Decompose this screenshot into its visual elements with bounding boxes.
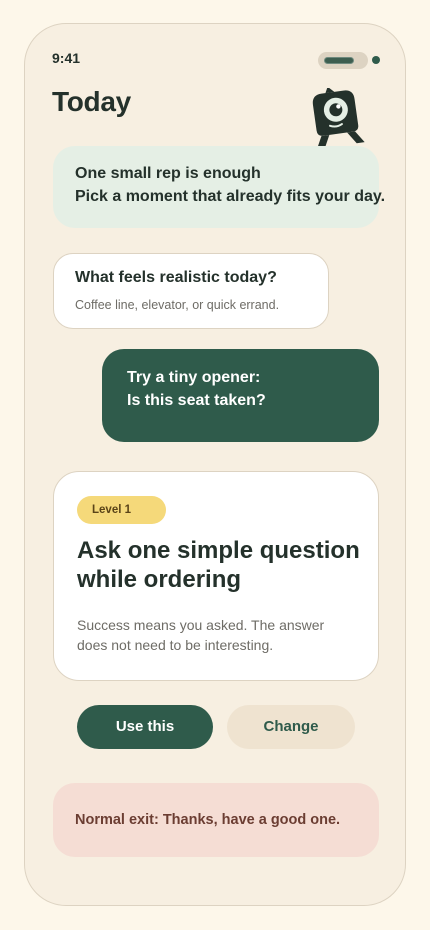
level-badge: Level 1: [77, 496, 166, 524]
question-title: What feels realistic today?: [75, 269, 277, 286]
exit-text: Normal exit: Thanks, have a good one.: [75, 812, 341, 828]
tip-headline: One small rep is enough: [75, 165, 261, 182]
use-this-button[interactable]: Use this: [77, 705, 213, 749]
question-card[interactable]: What feels realistic today? Coffee line,…: [53, 253, 329, 329]
tip-subline: Pick a moment that already fits your day…: [75, 188, 386, 205]
one-eyed-mascot-icon: [312, 88, 365, 146]
status-time: 9:41: [52, 50, 81, 66]
page-background: 9:41 Today One small rep is enough Pick …: [0, 0, 430, 930]
level-card: Level 1 Ask one simple question while or…: [53, 471, 379, 681]
phone-frame: 9:41 Today One small rep is enough Pick …: [24, 23, 406, 906]
exit-card: Normal exit: Thanks, have a good one.: [53, 783, 379, 857]
change-button[interactable]: Change: [227, 705, 355, 749]
question-subtitle: Coffee line, elevator, or quick errand.: [75, 298, 280, 312]
status-dot-icon: [372, 56, 380, 64]
opener-label: Try a tiny opener:: [127, 369, 261, 386]
tip-card: One small rep is enough Pick a moment th…: [53, 146, 385, 228]
level-heading: Ask one simple question while ordering: [77, 537, 360, 593]
battery-icon: [318, 52, 368, 69]
battery-level: [324, 57, 354, 64]
opener-card: Try a tiny opener: Is this seat taken?: [102, 349, 379, 442]
opener-phrase: Is this seat taken?: [127, 392, 266, 409]
page-title: Today: [52, 86, 131, 117]
level-description: Success means you asked. The answer does…: [77, 617, 325, 653]
